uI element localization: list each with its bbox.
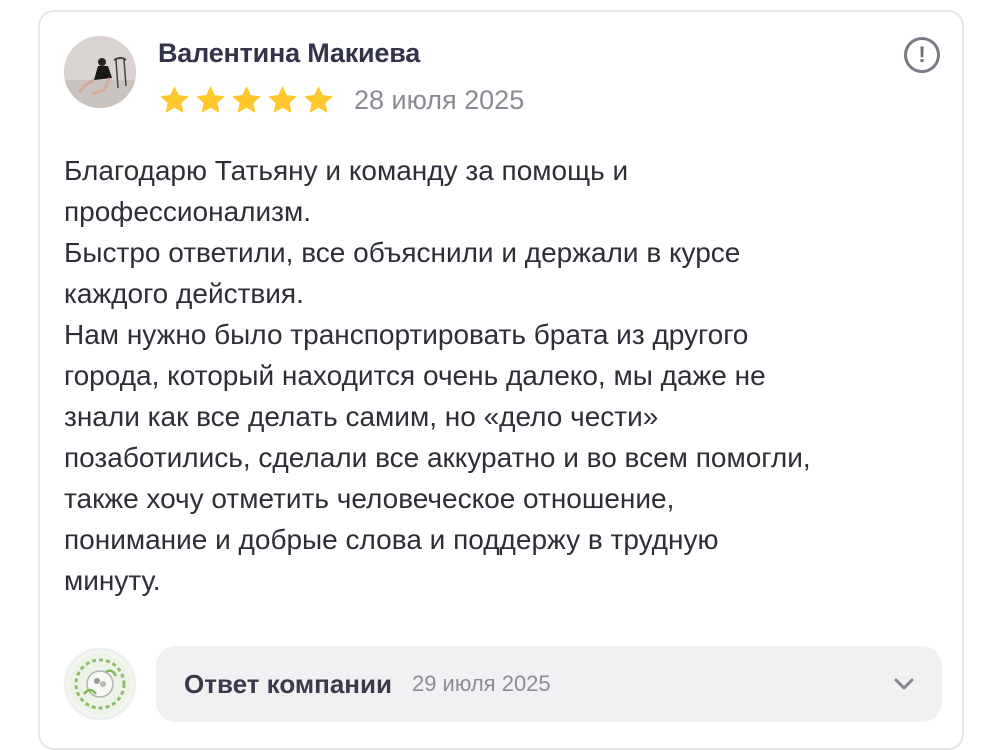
company-reply-toggle[interactable]: Ответ компании 29 июля 2025 — [156, 646, 942, 722]
chevron-down-icon[interactable] — [892, 672, 916, 696]
company-reply-label: Ответ компании — [184, 668, 392, 699]
star-icon — [196, 86, 225, 113]
star-icon — [160, 86, 189, 113]
review-date: 28 июля 2025 — [354, 85, 525, 115]
exclamation-circle-icon[interactable]: ! — [904, 37, 940, 73]
review-text: Благодарю Татьяну и команду за помощь и … — [64, 155, 811, 596]
company-logo[interactable] — [64, 648, 136, 720]
rating-row: 28 июля 2025 — [158, 84, 524, 117]
star-icon — [304, 86, 333, 113]
star-rating — [158, 84, 335, 117]
avatar-photo — [64, 36, 136, 108]
company-reply-date: 29 июля 2025 — [411, 671, 551, 696]
star-icon — [268, 86, 297, 113]
author-name[interactable]: Валентина Макиева — [158, 38, 420, 69]
star-icon — [232, 86, 261, 113]
review-card: Валентина Макиева ! 28 июля 2025 Благода… — [38, 10, 964, 750]
author-avatar[interactable] — [64, 36, 136, 108]
company-logo-image — [70, 654, 130, 714]
